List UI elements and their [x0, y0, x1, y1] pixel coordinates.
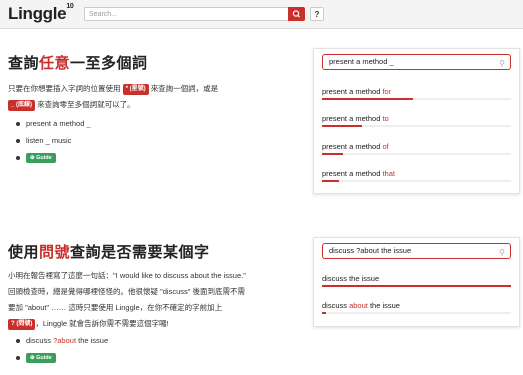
section-title-question: 使用問號查詢是否需要某個字: [8, 244, 210, 261]
result-row[interactable]: discuss about the issue: [322, 301, 511, 314]
search-icon: [292, 10, 301, 18]
logo[interactable]: Linggle10: [8, 3, 74, 24]
result-row[interactable]: present a method of: [322, 142, 511, 155]
result-row[interactable]: present a method that: [322, 169, 511, 182]
guide-item: ⊕ Guide: [15, 349, 108, 366]
result-row[interactable]: present a method for: [322, 87, 511, 100]
question-examples: discuss ?about the issue ⊕ Guide: [15, 332, 108, 366]
frequency-bar: [322, 98, 511, 100]
magnifier-icon: ⚲: [499, 59, 505, 68]
example-link[interactable]: discuss ?about the issue: [15, 332, 108, 349]
guide-item: ⊕ Guide: [16, 149, 91, 166]
result-row[interactable]: present a method to: [322, 114, 511, 127]
frequency-bar: [322, 312, 511, 314]
frequency-bar: [322, 285, 511, 287]
guide-button[interactable]: ⊕ Guide: [26, 353, 56, 364]
wildcard-description: 只要在你想要插入字詞的位置使用 * (星號) 來查詢一個詞，或是 _ (底線) …: [8, 83, 219, 111]
logo-text: Linggle: [8, 4, 67, 23]
logo-version: 10: [66, 3, 74, 10]
question-tag: ? (問號): [8, 318, 36, 330]
example-link[interactable]: present a method _: [16, 115, 91, 132]
section-title-wildcard: 查詢任意一至多個詞: [8, 55, 148, 72]
asterisk-tag: * (星號): [122, 83, 149, 95]
guide-button[interactable]: ⊕ Guide: [26, 153, 56, 164]
frequency-bar: [322, 125, 511, 127]
results-panel-wildcard: present a method _ ⚲ present a method for…: [313, 48, 520, 194]
search-button[interactable]: [288, 7, 305, 21]
result-row[interactable]: discuss the issue: [322, 274, 511, 287]
example-link[interactable]: listen _ music: [16, 132, 91, 149]
magnifier-icon: ⚲: [499, 248, 505, 257]
frequency-bar: [322, 180, 511, 182]
panel-query-input[interactable]: present a method _ ⚲: [322, 54, 511, 70]
help-button[interactable]: ?: [310, 7, 324, 21]
top-bar: Linggle10 Search... ?: [0, 0, 523, 29]
frequency-bar: [322, 153, 511, 155]
panel-query-input[interactable]: discuss ?about the issue ⚲: [322, 243, 511, 259]
underscore-tag: _ (底線): [8, 99, 36, 111]
search-input[interactable]: Search...: [84, 7, 288, 21]
results-panel-question: discuss ?about the issue ⚲ discuss the is…: [313, 237, 520, 327]
wildcard-examples: present a method _ listen _ music ⊕ Guid…: [16, 115, 91, 166]
question-description: 小明在報告裡寫了這麼一句話："I would like to discuss a…: [8, 271, 246, 330]
